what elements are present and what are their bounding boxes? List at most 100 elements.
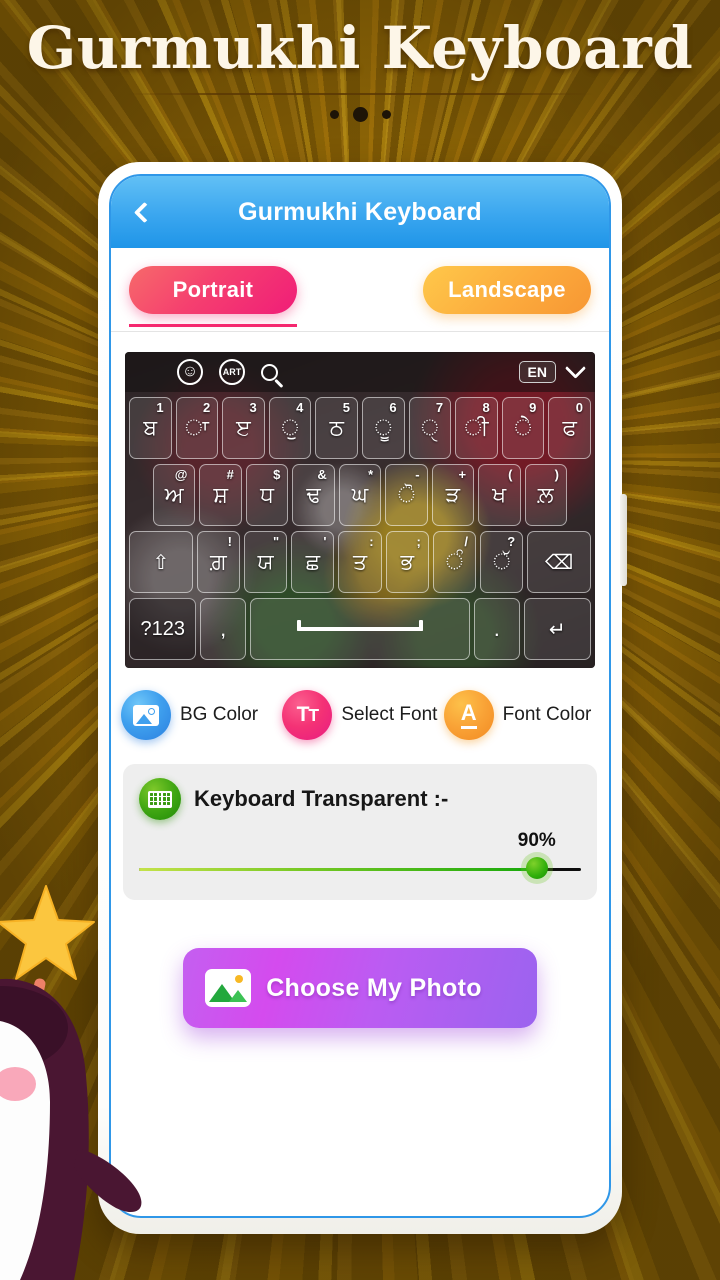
keyboard-key[interactable]: & ਢ (292, 464, 335, 526)
key-main: ਘ (351, 482, 369, 507)
bg-color-option[interactable]: BG Color (121, 690, 276, 740)
keyboard-key[interactable]: 4ੁ (268, 397, 312, 459)
key-main: ੀ (464, 415, 489, 440)
keyboard-key[interactable]: 1ਬ (129, 397, 172, 459)
backspace-key[interactable]: ⌫ (527, 531, 592, 593)
slider-thumb[interactable] (525, 857, 548, 879)
banner: Gurmukhi Keyboard (0, 18, 720, 122)
symbols-key[interactable]: ?123 (129, 598, 197, 660)
keyboard-inner: ☺ ART EN 1ਬ 2ਾ 3 ੲ 4 ੁ 5 ਠ 6 ੂ 7 ੑ 8 ੀ 9… (125, 352, 595, 668)
tab-landscape-label: Landscape (448, 276, 566, 302)
key-sup: 8 (482, 400, 490, 415)
keyboard-key[interactable]: * ਘ (338, 464, 382, 526)
keyboard-key[interactable]: 3ੲ (222, 397, 265, 459)
select-font-option[interactable]: TT Select Font (282, 690, 437, 740)
comma-key[interactable]: , (200, 598, 246, 660)
keyboard-key[interactable]: -ੋ (385, 464, 428, 526)
banner-dot (329, 109, 339, 119)
key-sup: 9 (529, 400, 537, 415)
bg-color-label: BG Color (180, 704, 259, 725)
key-main: ੇ (514, 415, 532, 440)
keyboard-key[interactable]: ! ਗ਼ (196, 531, 240, 593)
keyboard-key[interactable]: ) ਲ਼ (524, 464, 567, 526)
smiley-icon[interactable]: ☺ (177, 359, 203, 385)
back-button[interactable] (125, 193, 163, 231)
keyboard-row: 1ਬ 2ਾ 3ੲ 4ੁ 5ਠ 6ੂ 7ੑ 8ੀ 9ੇ 0ਫ (125, 397, 595, 459)
keyboard-key[interactable]: ; ਭ (385, 531, 429, 593)
keyboard-key[interactable]: 7ੑ (408, 397, 452, 459)
key-main: ੋ (397, 482, 416, 507)
art-icon[interactable]: ART (219, 359, 245, 385)
transparency-card: Keyboard Transparent :- 90% (123, 764, 597, 900)
space-key[interactable] (250, 598, 470, 660)
key-sup: * (368, 467, 374, 482)
search-icon[interactable] (261, 363, 278, 381)
key-main: ਗ਼ (210, 549, 227, 574)
choose-photo-wrap: Choose My Photo (111, 948, 609, 1028)
key-main: ਤ (352, 549, 368, 574)
banner-title: Gurmukhi Keyboard (26, 14, 694, 82)
key-main: ਢ (306, 482, 321, 507)
chevron-down-icon[interactable] (564, 357, 587, 379)
keyboard-key[interactable]: 8ੀ (455, 397, 498, 459)
keyboard-key[interactable]: + ੜ (431, 464, 475, 526)
font-color-option[interactable]: A Font Color (443, 690, 599, 740)
keyboard-key[interactable]: 9ੇ (501, 397, 545, 459)
keyboard-key[interactable]: 0ਫ (548, 397, 591, 459)
keyboard-key[interactable]: 6ੂ (361, 397, 405, 459)
keyboard-key[interactable]: ' ਛ (291, 531, 335, 593)
keyboard-key[interactable]: 5ਠ (315, 397, 358, 459)
keyboard-row: @ ਅ # ਸ਼ $ ਧ & ਢ * ਘ -ੋ + ੜ (ਖ ) ਲ਼ (125, 464, 595, 526)
key-main: ਲ਼ (537, 482, 554, 507)
app-promo-screenshot: Gurmukhi Keyboard Gurmukhi Keyboard Port… (0, 0, 720, 1280)
shift-key[interactable]: ⇧ (129, 531, 193, 593)
transparency-value: 90% (517, 830, 556, 851)
period-label: . (493, 616, 500, 641)
tab-landscape[interactable]: Landscape (423, 265, 591, 314)
key-sup: ) (554, 467, 559, 482)
penguin-mascot (0, 885, 142, 1280)
space-bar-icon (296, 620, 424, 631)
key-sup: " (273, 534, 280, 549)
phone-screen: Gurmukhi Keyboard Portrait Landscape ☺ A… (109, 174, 611, 1218)
key-sup: ; (416, 534, 421, 549)
keyboard-key[interactable]: (ਖ (478, 464, 521, 526)
language-badge[interactable]: EN (518, 361, 556, 383)
key-sup: 2 (202, 400, 211, 415)
key-main: ਠ (329, 415, 344, 440)
orientation-tabs: Portrait Landscape (111, 248, 609, 332)
font-color-label: Font Color (502, 704, 592, 725)
shift-icon: ⇧ (152, 551, 170, 574)
period-key[interactable]: . (474, 598, 520, 660)
tab-portrait[interactable]: Portrait (129, 265, 297, 327)
keyboard-key[interactable]: @ ਅ (153, 464, 196, 526)
tab-portrait-label: Portrait (172, 276, 254, 302)
slider-track[interactable] (139, 868, 581, 871)
transparency-slider[interactable]: 90% (139, 830, 581, 882)
keyboard-key[interactable]: :ਤ (338, 531, 382, 593)
keyboard-key[interactable]: /ੰ (432, 531, 477, 593)
banner-divider (125, 92, 595, 95)
key-main: ੲ (236, 415, 251, 440)
app-bar: Gurmukhi Keyboard (111, 176, 609, 248)
enter-key[interactable]: ↵ (523, 598, 591, 660)
hamburger-menu-icon[interactable] (137, 367, 161, 378)
page-title: Gurmukhi Keyboard (238, 197, 482, 226)
key-main: ਖ (492, 482, 507, 507)
key-sup: / (464, 534, 469, 549)
keyboard-preview[interactable]: ☺ ART EN 1ਬ 2ਾ 3 ੲ 4 ੁ 5 ਠ 6 ੂ 7 ੑ 8 ੀ 9… (125, 352, 595, 668)
keyboard-key[interactable]: 2ਾ (175, 397, 219, 459)
keyboard-key[interactable]: ?ੱ (480, 531, 524, 593)
key-sup: ? (507, 534, 516, 549)
keyboard-key[interactable]: # ਸ਼ (199, 464, 242, 526)
keyboard-row: ?123 , . ↵ (125, 598, 595, 660)
key-main: ੱ (492, 549, 511, 574)
key-main: ੰ (445, 549, 464, 574)
keyboard-key[interactable]: " ਯ (244, 531, 288, 593)
choose-my-photo-button[interactable]: Choose My Photo (183, 948, 537, 1028)
key-main: ਬ (143, 415, 158, 440)
photo-icon (205, 969, 251, 1007)
banner-dot (352, 106, 368, 122)
key-main: ੑ (421, 415, 439, 440)
keyboard-key[interactable]: $ ਧ (245, 464, 289, 526)
